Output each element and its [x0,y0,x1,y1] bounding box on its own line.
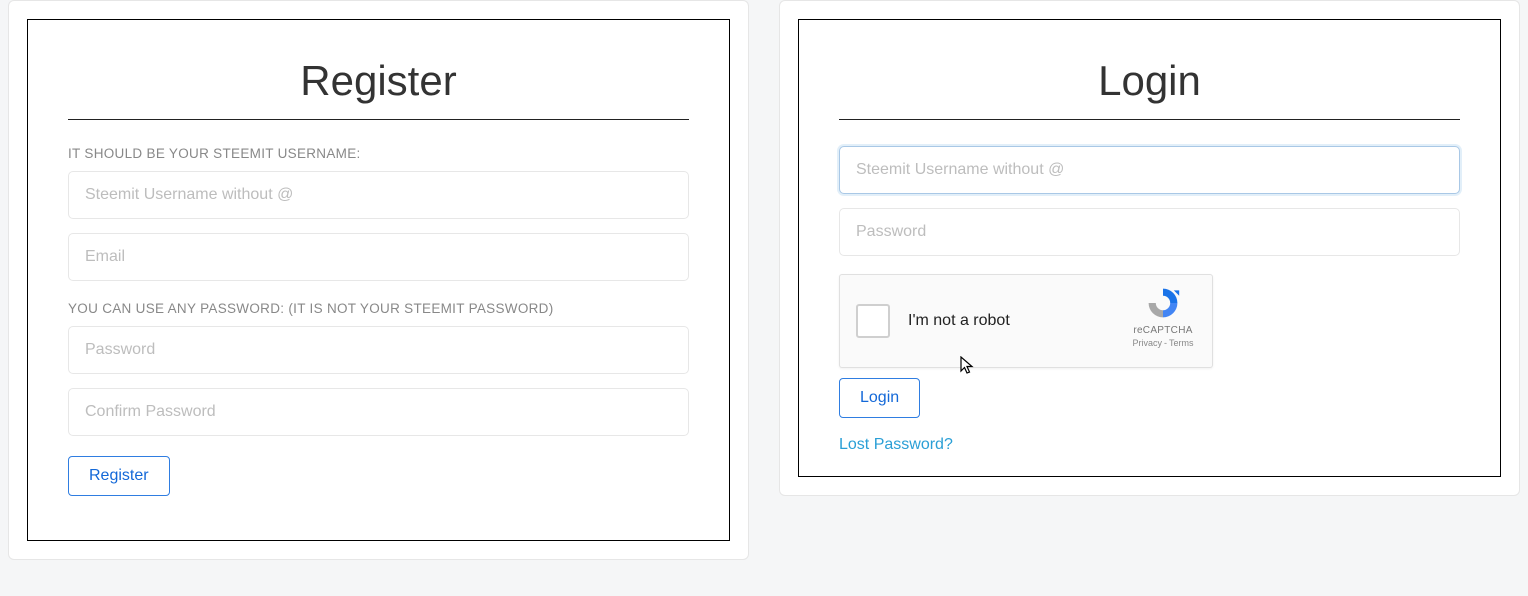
lost-password-link[interactable]: Lost Password? [839,436,953,454]
recaptcha-brand-name: reCAPTCHA [1128,325,1198,336]
recaptcha-brand: reCAPTCHA Privacy-Terms [1128,285,1198,348]
login-title: Login [839,57,1460,105]
register-rule [68,119,689,120]
recaptcha-checkbox[interactable] [856,304,890,338]
login-button[interactable]: Login [839,378,920,418]
register-username-label: IT SHOULD BE YOUR STEEMIT USERNAME: [68,146,689,161]
register-username-input[interactable] [68,171,689,219]
recaptcha-widget: I'm not a robot reCAPTCHA Privacy-Terms [839,274,1213,368]
login-password-input[interactable] [839,208,1460,256]
login-rule [839,119,1460,120]
register-password-label: YOU CAN USE ANY PASSWORD: (IT IS NOT YOU… [68,301,689,316]
login-card-inner: Login I'm not a robot reCAP [798,19,1501,477]
register-password-input[interactable] [68,326,689,374]
recaptcha-privacy-link[interactable]: Privacy [1132,338,1162,348]
recaptcha-terms-link[interactable]: Terms [1169,338,1194,348]
register-email-input[interactable] [68,233,689,281]
register-title: Register [68,57,689,105]
recaptcha-brand-links: Privacy-Terms [1128,338,1198,348]
register-card-inner: Register IT SHOULD BE YOUR STEEMIT USERN… [27,19,730,541]
login-card: Login I'm not a robot reCAP [779,0,1520,496]
recaptcha-label: I'm not a robot [908,312,1010,330]
register-card: Register IT SHOULD BE YOUR STEEMIT USERN… [8,0,749,560]
register-confirm-input[interactable] [68,388,689,436]
register-button[interactable]: Register [68,456,170,496]
login-username-input[interactable] [839,146,1460,194]
recaptcha-icon [1128,285,1198,321]
